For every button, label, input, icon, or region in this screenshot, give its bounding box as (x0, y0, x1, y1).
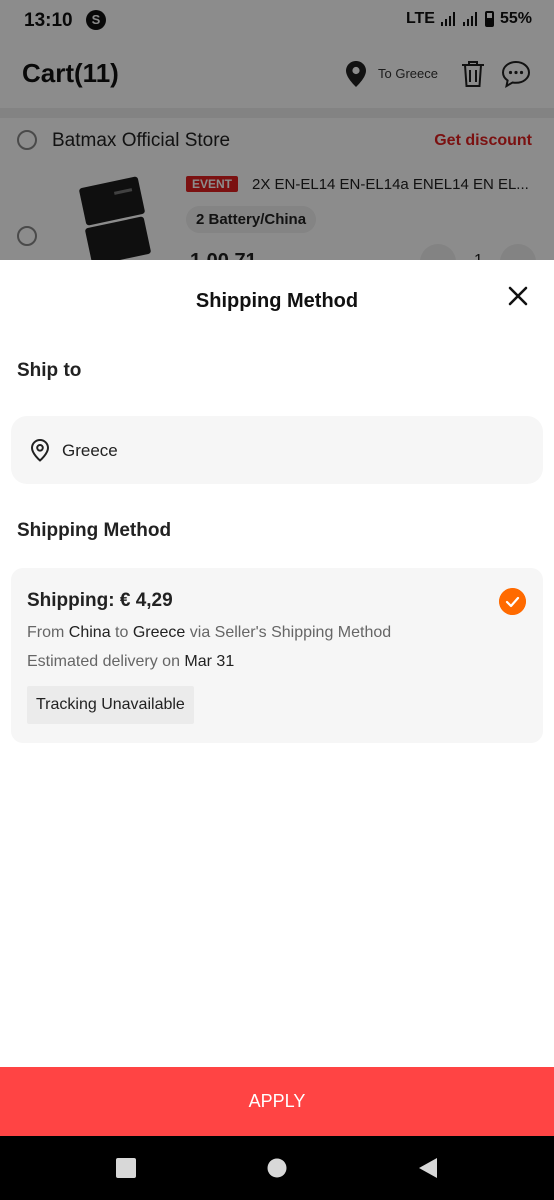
eta-date: Mar 31 (184, 653, 235, 670)
apply-button[interactable]: APPLY (0, 1067, 554, 1136)
ship-to-selector[interactable]: Greece (11, 416, 543, 484)
shipping-method-sheet: Shipping Method Ship to Greece Shipping … (0, 260, 554, 1136)
nav-recents-icon[interactable] (116, 1158, 136, 1178)
ship-to-country: Greece (62, 441, 118, 460)
cart-page-background: 13:10 S LTE 55% Cart(11) To Greece Batma… (0, 0, 554, 260)
modal-overlay[interactable] (0, 0, 554, 260)
shipping-option-card[interactable]: Shipping: € 4,29 From China to Greece vi… (11, 568, 543, 743)
route-to-word: to (115, 624, 129, 641)
shipping-route: From China to Greece via Seller's Shippi… (27, 624, 391, 642)
ship-to-label: Ship to (17, 360, 82, 381)
eta-prefix: Estimated delivery on (27, 653, 180, 670)
shipping-method-label: Shipping Method (17, 520, 172, 541)
sheet-title: Shipping Method (195, 290, 359, 312)
shipping-price: Shipping: € 4,29 (27, 590, 173, 611)
close-icon[interactable] (504, 282, 532, 310)
map-pin-icon (30, 438, 50, 462)
route-from-word: From (27, 624, 65, 641)
tracking-tag: Tracking Unavailable (27, 686, 194, 724)
estimated-delivery: Estimated delivery on Mar 31 (27, 653, 234, 671)
check-icon[interactable] (499, 588, 526, 615)
route-origin: China (68, 624, 111, 641)
route-destination: Greece (132, 624, 186, 641)
route-via: via Seller's Shipping Method (189, 624, 392, 641)
nav-home-icon[interactable] (267, 1158, 287, 1178)
nav-back-icon[interactable] (418, 1157, 438, 1179)
system-nav-bar (0, 1136, 554, 1200)
